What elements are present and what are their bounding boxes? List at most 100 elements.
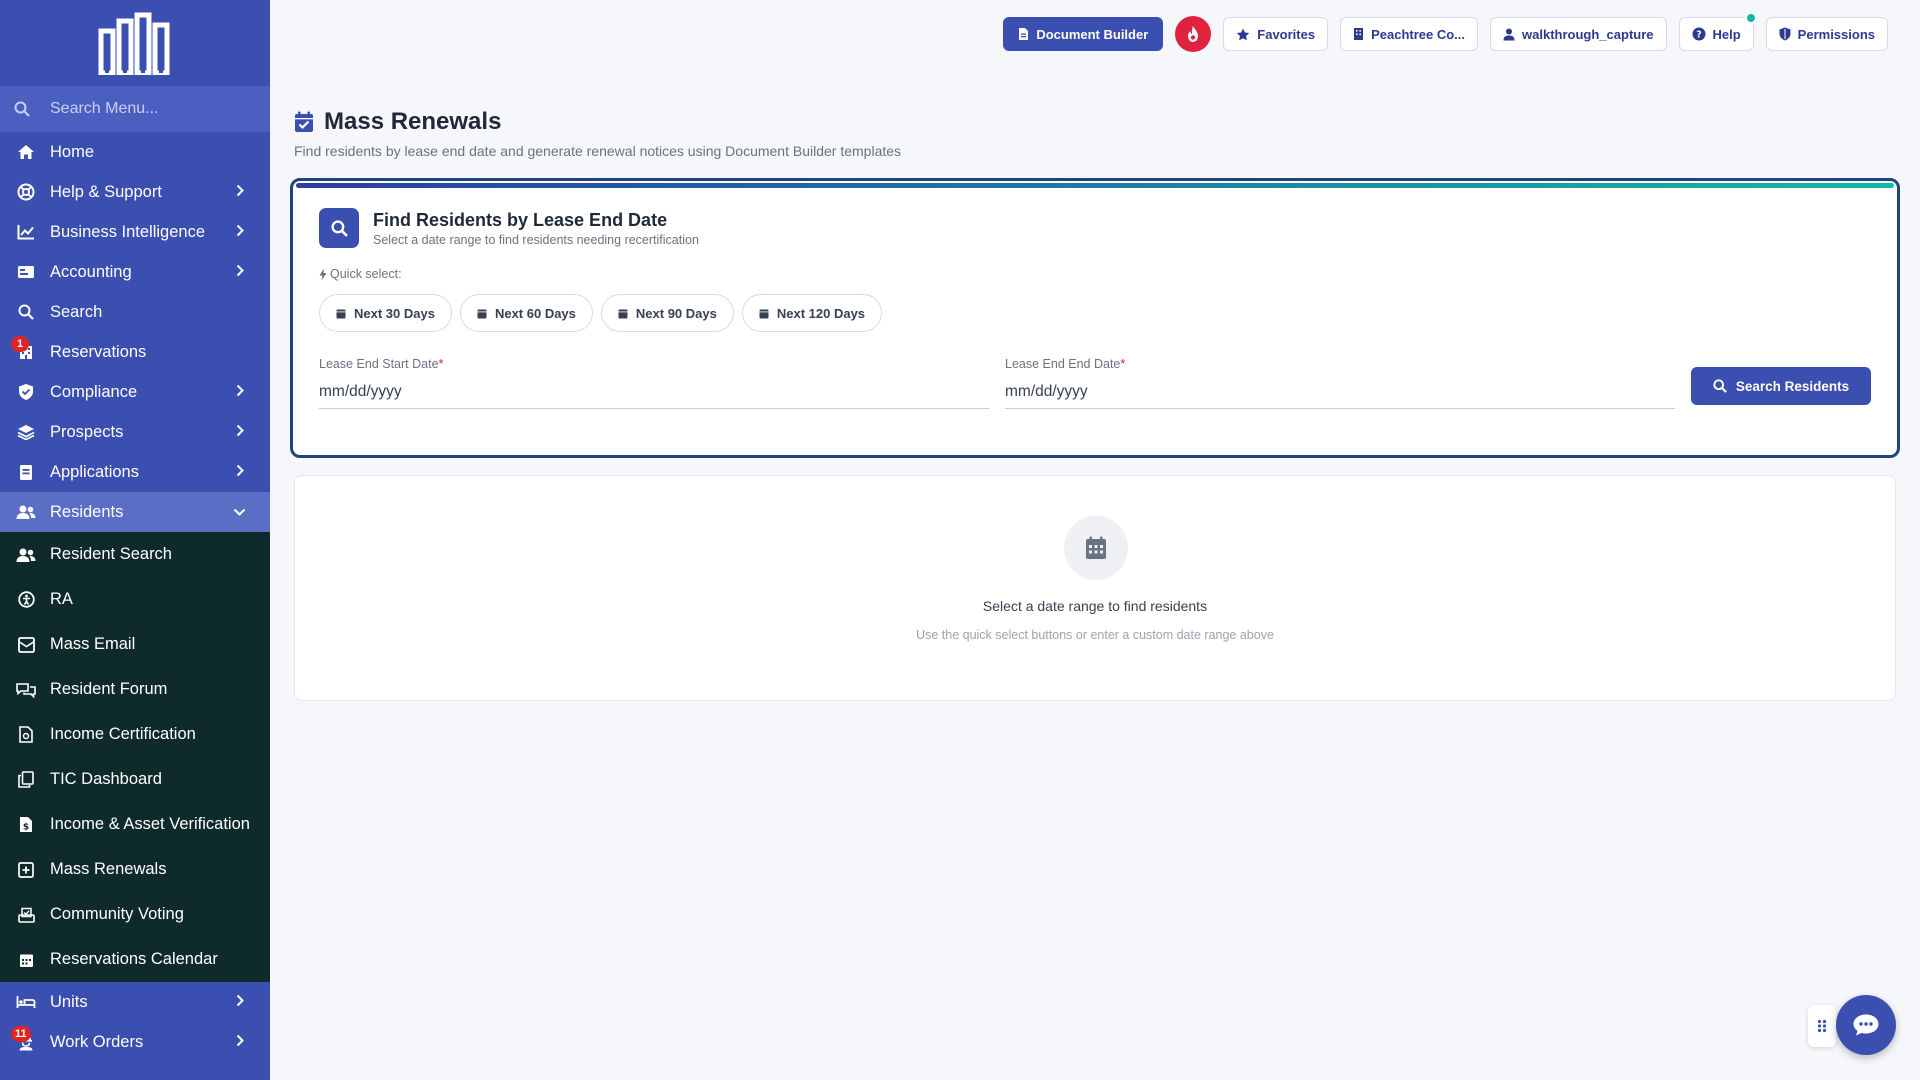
layers-icon [16, 422, 36, 442]
quick-select-text: Quick select: [330, 267, 402, 281]
sidebar-item-label: Applications [50, 462, 139, 481]
chip-label: Next 60 Days [494, 305, 576, 321]
lease-end-end-field: Lease End End Date* mm/dd/yyyy [1005, 357, 1675, 409]
bed-icon [16, 992, 36, 1012]
fire-icon [1188, 26, 1199, 42]
top-toolbar: Document Builder Favorites Peachtree Co.… [1003, 12, 1888, 52]
app-logo[interactable] [0, 0, 270, 86]
sidebar-subitem-income-certification[interactable]: Income Certification [0, 712, 270, 757]
sidebar-item-accounting[interactable]: Accounting [0, 252, 270, 292]
certificate-icon [16, 725, 36, 745]
file-invoice-dollar-icon: $ [16, 815, 36, 835]
search-icon [319, 208, 359, 248]
calendar-icon [16, 950, 36, 970]
residents-submenu: Resident Search RA Mass Email Resident F… [0, 532, 270, 982]
document-builder-button[interactable]: Document Builder [1003, 17, 1164, 51]
search-icon [16, 302, 36, 322]
sidebar-subitem-resident-search[interactable]: Resident Search [0, 532, 270, 577]
sidebar-item-prospects[interactable]: Prospects [0, 412, 270, 452]
sidebar-subitem-reservations-calendar[interactable]: Reservations Calendar [0, 937, 270, 982]
lease-end-start-input[interactable]: mm/dd/yyyy [319, 375, 989, 409]
plus-square-icon [16, 860, 36, 880]
notification-badge: 11 [11, 1026, 31, 1042]
chip-next-90-days[interactable]: Next 90 Days [600, 294, 734, 332]
user-label: walkthrough_capture [1522, 26, 1654, 42]
notification-badge: 1 [11, 336, 29, 352]
sidebar-subitem-income-asset-verification[interactable]: $ Income & Asset Verification [0, 802, 270, 847]
drag-handle-icon[interactable] [1808, 1005, 1836, 1047]
accessibility-icon [16, 590, 36, 610]
lease-end-start-field: Lease End Start Date* mm/dd/yyyy [319, 357, 989, 409]
search-menu-input[interactable]: Search Menu... [0, 86, 270, 132]
sidebar-item-residents[interactable]: Residents [0, 492, 270, 532]
envelope-icon [16, 635, 36, 655]
users-icon [16, 502, 36, 522]
chip-next-60-days[interactable]: Next 60 Days [459, 294, 593, 332]
sidebar-item-search[interactable]: Search [0, 292, 270, 332]
card-subtitle: Select a date range to find residents ne… [373, 232, 699, 247]
chip-next-30-days[interactable]: Next 30 Days [319, 294, 452, 332]
file-icon [16, 462, 36, 482]
sidebar-item-reservations[interactable]: 1 Reservations [0, 332, 270, 372]
chevron-right-icon [236, 264, 244, 277]
sidebar-item-business-intelligence[interactable]: Business Intelligence [0, 212, 270, 252]
search-icon [14, 101, 30, 117]
copy-icon [16, 770, 36, 790]
empty-state-card: Select a date range to find residents Us… [294, 475, 1896, 701]
svg-text:$: $ [23, 823, 29, 833]
help-label: Help [1712, 26, 1741, 42]
user-menu-button[interactable]: walkthrough_capture [1490, 17, 1667, 51]
money-icon [16, 262, 36, 282]
sidebar-item-compliance[interactable]: Compliance [0, 372, 270, 412]
file-icon [1019, 28, 1029, 40]
sidebar-item-label: Help & Support [50, 182, 162, 201]
sidebar-item-work-orders[interactable]: 11 Work Orders [0, 1022, 270, 1062]
help-button[interactable]: ? Help [1678, 12, 1757, 51]
sidebar-item-units[interactable]: Units [0, 982, 270, 1022]
search-icon [1713, 379, 1727, 393]
chevron-down-icon [233, 508, 246, 516]
permissions-button[interactable]: Permissions [1765, 17, 1888, 51]
sidebar-subitem-community-voting[interactable]: Community Voting [0, 892, 270, 937]
sidebar-subitem-label: Income Certification [50, 725, 196, 743]
quick-select-chips: Next 30 Days Next 60 Days Next 90 Days N… [319, 294, 883, 332]
card-accent-bar [296, 183, 1894, 188]
sidebar-subitem-tic-dashboard[interactable]: TIC Dashboard [0, 757, 270, 802]
sidebar-item-home[interactable]: Home [0, 132, 270, 172]
sidebar-subitem-resident-forum[interactable]: Resident Forum [0, 667, 270, 712]
sidebar-item-label: Prospects [50, 422, 124, 441]
calendar-icon [477, 309, 487, 318]
vote-icon [16, 905, 36, 925]
hot-items-button[interactable] [1175, 16, 1212, 52]
quick-select-label: Quick select: [319, 267, 402, 281]
building-icon [1354, 28, 1364, 40]
calendar-icon [759, 309, 769, 318]
calendar-check-icon [295, 111, 313, 132]
sidebar-subitem-label: RA [50, 590, 73, 608]
status-dot [1744, 12, 1757, 24]
chat-button[interactable] [1836, 995, 1896, 1055]
lifebuoy-icon [16, 182, 36, 202]
property-selector-button[interactable]: Peachtree Co... [1340, 17, 1479, 51]
home-icon [16, 142, 36, 162]
sidebar-item-help-support[interactable]: Help & Support [0, 172, 270, 212]
users-icon [16, 545, 36, 565]
search-residents-button[interactable]: Search Residents [1691, 367, 1871, 405]
sidebar-subitem-ra[interactable]: RA [0, 577, 270, 622]
empty-state-title: Select a date range to find residents [982, 598, 1208, 614]
building-logo-icon [98, 12, 170, 75]
sidebar-subitem-mass-renewals[interactable]: Mass Renewals [0, 847, 270, 892]
chip-next-120-days[interactable]: Next 120 Days [741, 294, 883, 332]
chevron-right-icon [236, 424, 244, 437]
sidebar-subitem-label: Resident Forum [50, 680, 168, 698]
sidebar-subitem-label: Community Voting [50, 905, 184, 923]
lease-end-end-input[interactable]: mm/dd/yyyy [1005, 375, 1675, 409]
sidebar-subitem-mass-email[interactable]: Mass Email [0, 622, 270, 667]
calendar-icon [336, 309, 346, 318]
chat-bubble-icon [1853, 1014, 1879, 1036]
star-icon [1236, 28, 1250, 40]
sidebar-subitem-label: Income & Asset Verification [50, 815, 250, 833]
chevron-right-icon [236, 184, 244, 197]
favorites-button[interactable]: Favorites [1223, 17, 1329, 51]
sidebar-item-applications[interactable]: Applications [0, 452, 270, 492]
